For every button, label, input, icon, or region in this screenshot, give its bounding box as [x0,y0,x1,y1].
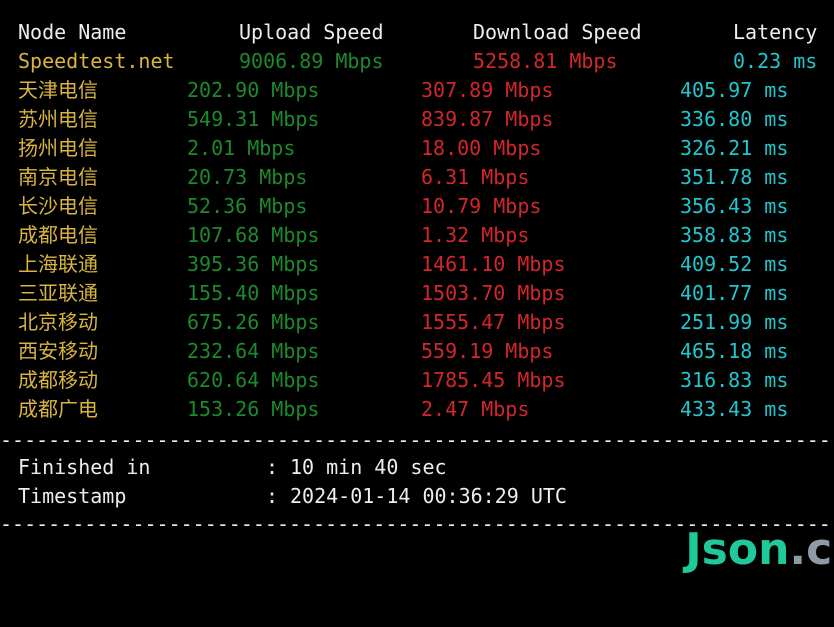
download-speed: 839.87 Mbps [421,107,554,131]
upload-speed: 52.36 Mbps [187,194,308,218]
terminal-window: Node Name Upload Speed Download Speed La… [0,0,834,574]
watermark-logo: Json.cn [624,478,834,574]
finished-label: Finished in [18,455,151,479]
table-row: 成都移动 620.64 Mbps 1785.45 Mbps 316.83 ms [0,366,834,395]
node-name: 北京移动 [18,310,98,334]
latency: 336.80 ms [680,107,789,131]
download-speed: 559.19 Mbps [421,339,554,363]
latency: 409.52 ms [680,252,789,276]
node-name: 成都广电 [18,397,98,421]
node-name: 天津电信 [18,78,98,102]
download-speed: 5258.81 Mbps [473,49,618,73]
finished-value: 10 min 40 sec [290,455,447,479]
node-name: Speedtest.net [18,49,175,73]
timestamp-label: Timestamp [18,484,127,508]
download-speed: 1461.10 Mbps [421,252,566,276]
node-name: 成都电信 [18,223,98,247]
download-speed: 1503.70 Mbps [421,281,566,305]
latency: 316.83 ms [680,368,789,392]
download-speed: 307.89 Mbps [421,78,554,102]
node-name: 三亚联通 [18,281,98,305]
upload-speed: 675.26 Mbps [187,310,320,334]
upload-speed: 2.01 Mbps [187,136,296,160]
table-row: 天津电信 202.90 Mbps 307.89 Mbps 405.97 ms [0,76,834,105]
header-latency: Latency [733,20,818,44]
watermark-part2: .cn [789,524,834,575]
table-row: 北京移动 675.26 Mbps 1555.47 Mbps 251.99 ms [0,308,834,337]
upload-speed: 202.90 Mbps [187,78,320,102]
watermark-part1: Json [685,524,790,575]
latency: 251.99 ms [680,310,789,334]
timestamp-separator: : [266,484,279,508]
table-row: 苏州电信 549.31 Mbps 839.87 Mbps 336.80 ms [0,105,834,134]
upload-speed: 9006.89 Mbps [239,49,384,73]
upload-speed: 549.31 Mbps [187,107,320,131]
download-speed: 18.00 Mbps [421,136,542,160]
table-row: 西安移动 232.64 Mbps 559.19 Mbps 465.18 ms [0,337,834,366]
latency: 433.43 ms [680,397,789,421]
node-name: 西安移动 [18,339,98,363]
table-row: 成都广电 153.26 Mbps 2.47 Mbps 433.43 ms [0,395,834,424]
upload-speed: 155.40 Mbps [187,281,320,305]
download-speed: 2.47 Mbps [421,397,530,421]
table-row: 三亚联通 155.40 Mbps 1503.70 Mbps 401.77 ms [0,279,834,308]
node-name: 南京电信 [18,165,98,189]
table-row: 长沙电信 52.36 Mbps 10.79 Mbps 356.43 ms [0,192,834,221]
latency: 358.83 ms [680,223,789,247]
latency: 465.18 ms [680,339,789,363]
node-name: 上海联通 [18,252,98,276]
finished-separator: : [266,455,279,479]
header-upload-speed: Upload Speed [239,20,384,44]
latency: 351.78 ms [680,165,789,189]
table-row: 扬州电信 2.01 Mbps 18.00 Mbps 326.21 ms [0,134,834,163]
download-speed: 10.79 Mbps [421,194,542,218]
latency: 326.21 ms [680,136,789,160]
node-name: 苏州电信 [18,107,98,131]
download-speed: 1555.47 Mbps [421,310,566,334]
table-row: 成都电信 107.68 Mbps 1.32 Mbps 358.83 ms [0,221,834,250]
node-name: 成都移动 [18,368,98,392]
latency: 0.23 ms [733,49,818,73]
node-name: 扬州电信 [18,136,98,160]
latency: 405.97 ms [680,78,789,102]
upload-speed: 620.64 Mbps [187,368,320,392]
download-speed: 1.32 Mbps [421,223,530,247]
upload-speed: 20.73 Mbps [187,165,308,189]
table-header: Node Name Upload Speed Download Speed La… [0,18,834,47]
table-row: Speedtest.net 9006.89 Mbps 5258.81 Mbps … [0,47,834,76]
header-download-speed: Download Speed [473,20,642,44]
download-speed: 6.31 Mbps [421,165,530,189]
header-node-name: Node Name [18,20,127,44]
node-name: 长沙电信 [18,194,98,218]
table-row: 上海联通 395.36 Mbps 1461.10 Mbps 409.52 ms [0,250,834,279]
table-row: 南京电信 20.73 Mbps 6.31 Mbps 351.78 ms [0,163,834,192]
timestamp-value: 2024-01-14 00:36:29 UTC [290,484,567,508]
divider-top: ----------------------------------------… [0,430,834,450]
latency: 356.43 ms [680,194,789,218]
upload-speed: 395.36 Mbps [187,252,320,276]
upload-speed: 153.26 Mbps [187,397,320,421]
upload-speed: 107.68 Mbps [187,223,320,247]
latency: 401.77 ms [680,281,789,305]
download-speed: 1785.45 Mbps [421,368,566,392]
upload-speed: 232.64 Mbps [187,339,320,363]
